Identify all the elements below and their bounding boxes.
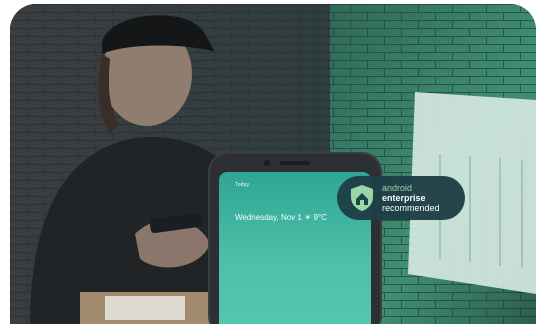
phone-date-text: Wednesday, Nov 1 ☀ 9°C [235, 213, 327, 222]
camera-icon [264, 160, 270, 166]
shield-home-icon [351, 185, 373, 211]
badge-line-enterprise: enterprise [382, 193, 426, 203]
hero-photo: Today Wednesday, Nov 1 ☀ 9°C android ent… [10, 4, 536, 324]
speaker-grille [280, 161, 310, 165]
android-enterprise-badge: android enterprise recommended [337, 176, 465, 220]
badge-line-recommended: recommended [382, 203, 440, 213]
badge-line-android: android [382, 183, 413, 193]
phone-status-text: Today [235, 182, 250, 188]
